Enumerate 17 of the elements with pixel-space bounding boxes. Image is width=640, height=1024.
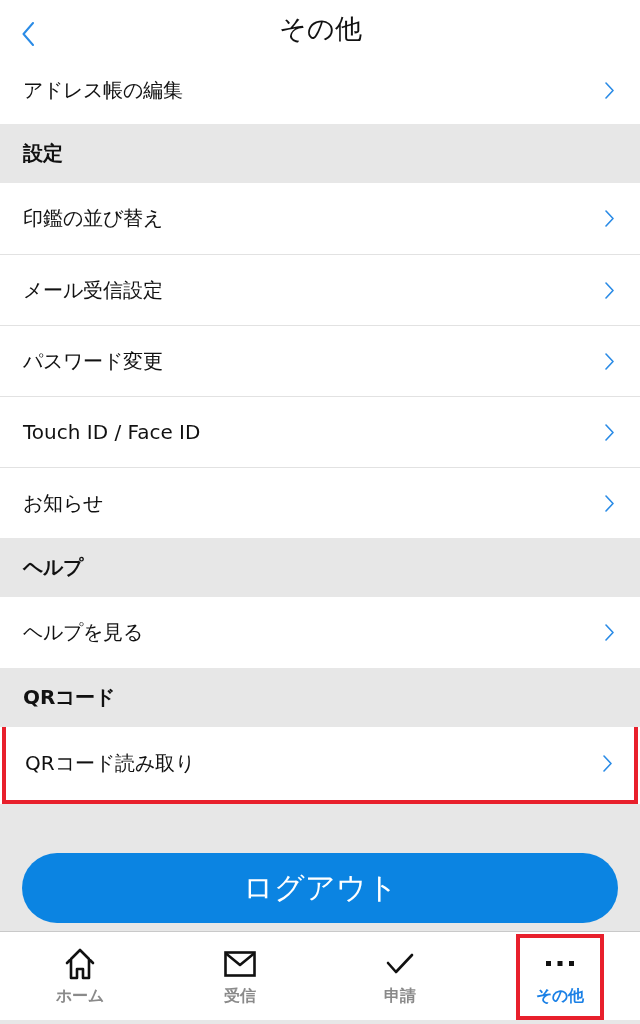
envelope-icon: [224, 950, 256, 977]
screen-title: その他: [278, 12, 362, 46]
chevron-right-icon: [605, 423, 614, 441]
chevron-right-icon: [605, 352, 614, 370]
ellipsis-icon: [546, 960, 574, 967]
home-icon: [65, 947, 95, 980]
tab[interactable]: その他: [516, 934, 604, 1020]
logout-button[interactable]: ログアウト: [22, 853, 618, 923]
checkmark-icon: [386, 952, 414, 975]
menu-item[interactable]: QRコード読み取り: [2, 727, 638, 804]
chevron-right-icon: [605, 281, 614, 299]
chevron-right-icon: [605, 624, 614, 641]
back-icon[interactable]: [22, 22, 34, 46]
chevron-right-icon: [603, 755, 612, 772]
chevron-right-icon: [605, 494, 614, 512]
chevron-right-icon: [605, 210, 614, 227]
chevron-right-icon: [605, 81, 614, 99]
